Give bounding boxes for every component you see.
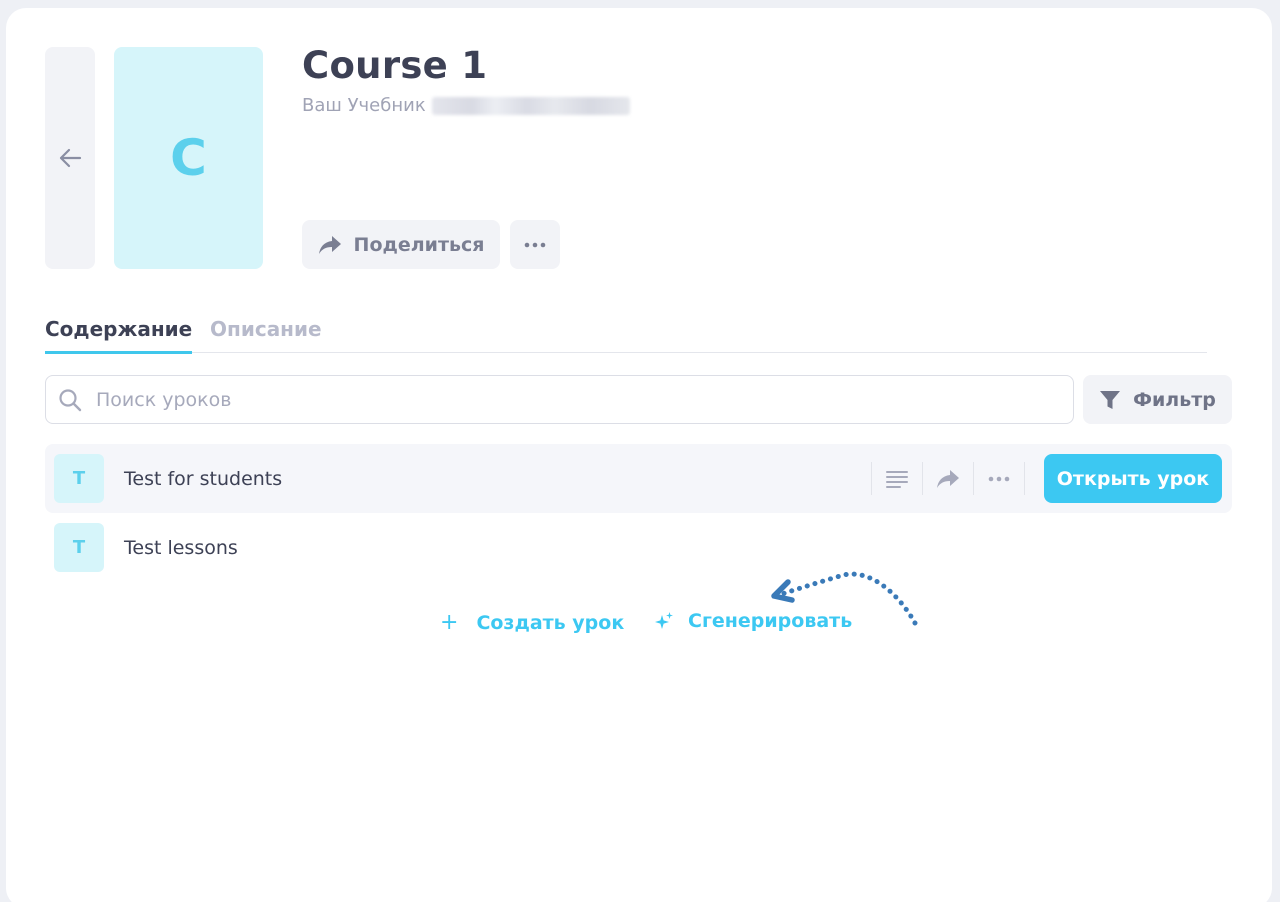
sparkle-icon <box>655 612 673 629</box>
share-button[interactable]: Поделиться <box>302 220 500 269</box>
page-title: Course 1 <box>302 44 488 87</box>
create-lesson-button[interactable]: + Создать урок <box>440 610 624 635</box>
lesson-badge: T <box>54 454 104 503</box>
cover-letter: C <box>170 129 207 187</box>
ellipsis-icon <box>988 476 1010 481</box>
subtitle-label: Ваш Учебник <box>302 95 426 116</box>
course-subtitle: Ваш Учебник <box>302 95 630 116</box>
lesson-share-button[interactable] <box>923 461 973 496</box>
lesson-title: Test for students <box>124 467 283 490</box>
share-button-label: Поделиться <box>353 233 485 256</box>
filter-button-label: Фильтр <box>1133 388 1216 411</box>
tab-bar: Содержание Описание <box>45 317 1207 354</box>
share-icon <box>937 469 959 488</box>
divider <box>1024 462 1025 495</box>
ellipsis-icon <box>524 242 546 247</box>
share-icon <box>318 235 341 254</box>
lesson-details-button[interactable] <box>872 461 922 496</box>
search-input[interactable] <box>96 388 996 411</box>
text-lines-icon <box>886 470 908 488</box>
more-options-button[interactable] <box>510 220 560 269</box>
back-button[interactable] <box>45 47 95 269</box>
lesson-row[interactable]: T Test lessons <box>45 513 1232 582</box>
lesson-more-button[interactable] <box>974 461 1024 496</box>
funnel-icon <box>1100 390 1121 409</box>
arrow-left-icon <box>59 148 82 168</box>
lesson-row-actions <box>871 461 1025 496</box>
lesson-row[interactable]: T Test for students Открыть урок <box>45 444 1232 513</box>
course-cover: C <box>114 47 263 269</box>
plus-icon: + <box>440 610 459 635</box>
lesson-badge: T <box>54 523 104 572</box>
create-lesson-label: Создать урок <box>476 611 625 634</box>
tab-contents[interactable]: Содержание <box>45 317 193 354</box>
open-lesson-button[interactable]: Открыть урок <box>1044 454 1222 503</box>
filter-button[interactable]: Фильтр <box>1083 375 1232 424</box>
lesson-title: Test lessons <box>124 536 238 559</box>
dotted-arrow-hint-icon <box>771 571 918 626</box>
blurred-author-name <box>431 96 630 115</box>
tab-description[interactable]: Описание <box>210 317 322 353</box>
search-box <box>45 375 1074 424</box>
search-icon <box>59 388 82 411</box>
